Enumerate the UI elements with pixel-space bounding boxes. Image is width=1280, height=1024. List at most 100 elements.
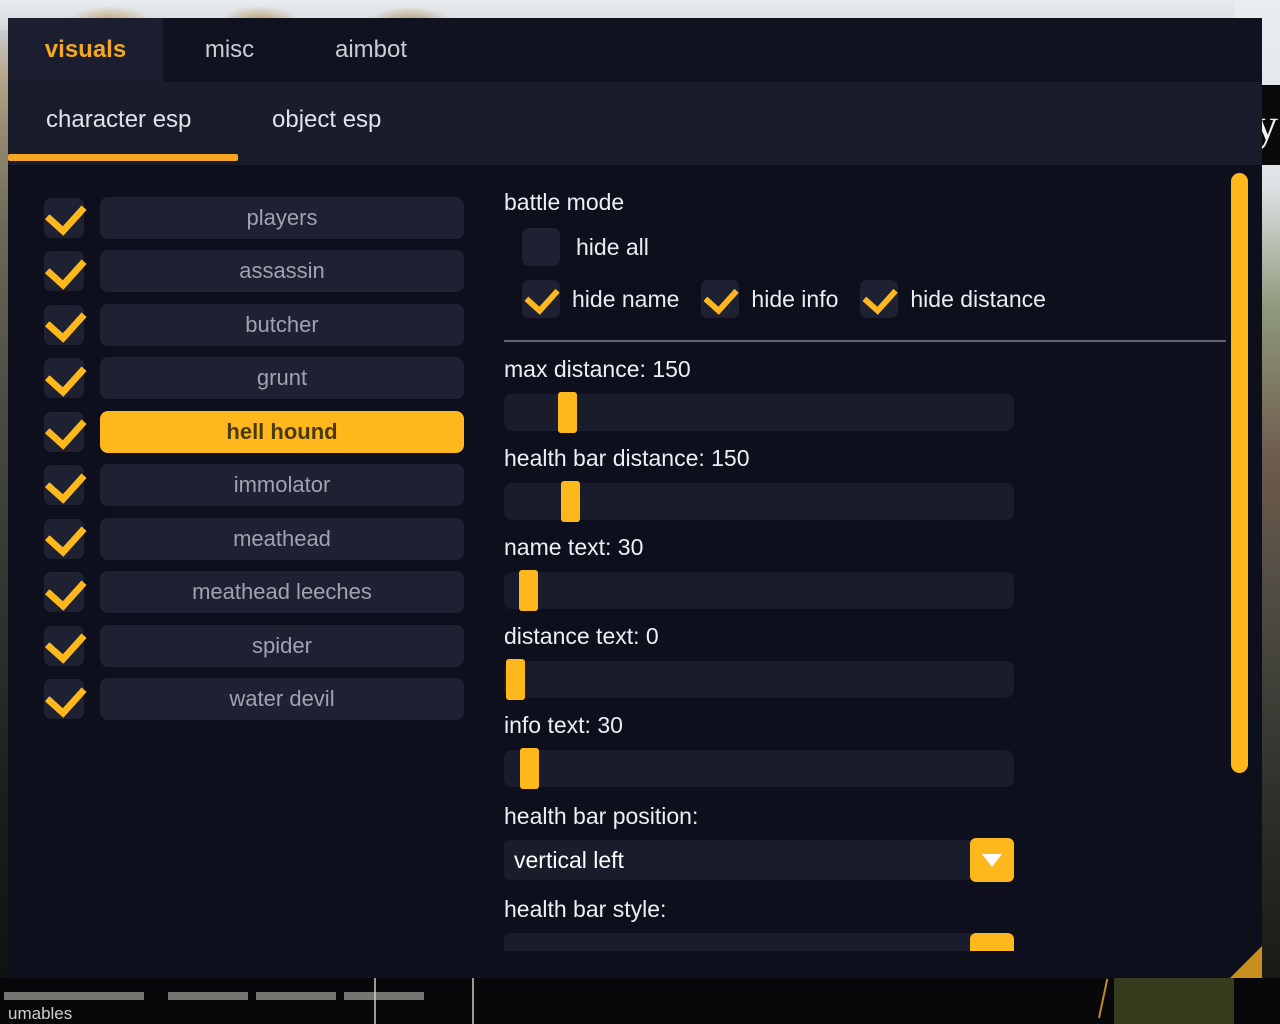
entity-row: players — [44, 191, 464, 245]
section-divider — [504, 340, 1226, 342]
sub-tab-bar: character esp object esp — [8, 82, 1262, 165]
tab-visuals[interactable]: visuals — [8, 18, 163, 82]
dropdowns-area: health bar position: vertical left health … — [504, 803, 1234, 951]
entity-row: meathead leeches — [44, 566, 464, 620]
hide-flag[interactable]: hide name — [522, 280, 679, 318]
subtab-object-esp-label: object esp — [272, 105, 382, 133]
hud-slot — [4, 992, 144, 1000]
slider-track[interactable] — [504, 481, 1014, 522]
entity-checkbox[interactable] — [44, 197, 84, 238]
slider-label: distance text: 0 — [504, 623, 659, 649]
hide-flag-label: hide name — [572, 285, 680, 312]
dropdown-value: vertical left — [514, 846, 624, 873]
dropdown-label: health bar style: — [504, 896, 667, 922]
hide-flags-row: hide name hide info hide distance — [522, 280, 1234, 318]
hide-flag-checkbox[interactable] — [860, 280, 899, 318]
hide-all-checkbox[interactable] — [522, 228, 560, 266]
tab-misc-label: misc — [204, 36, 255, 63]
entity-checkbox[interactable] — [44, 358, 84, 399]
hide-flag-label: hide info — [751, 285, 839, 312]
entity-pill[interactable]: spider — [100, 624, 464, 667]
entity-label: grunt — [256, 365, 308, 391]
hud-slot — [344, 992, 424, 1000]
entity-label: players — [246, 204, 318, 230]
tab-misc[interactable]: misc — [163, 18, 296, 82]
entity-pill[interactable]: butcher — [100, 303, 464, 346]
entity-checkbox[interactable] — [44, 572, 84, 613]
tab-aimbot[interactable]: aimbot — [296, 18, 446, 82]
active-subtab-underline — [8, 154, 238, 161]
slider-handle[interactable] — [519, 570, 539, 611]
slider-block: health bar distance: 150 — [504, 445, 1234, 522]
subtab-character-esp[interactable]: character esp — [46, 82, 191, 157]
scrollbar-thumb[interactable] — [1231, 173, 1248, 773]
slider-handle[interactable] — [558, 392, 578, 433]
cheat-menu-window: visuals misc aimbot character esp object… — [8, 18, 1262, 978]
dropdown[interactable]: vertical left — [504, 838, 1014, 882]
entity-checkbox[interactable] — [44, 251, 84, 292]
entity-label: meathead leeches — [192, 579, 372, 605]
entity-pill[interactable]: players — [100, 196, 464, 239]
entity-label: butcher — [245, 311, 319, 337]
hide-flag-checkbox[interactable] — [522, 280, 560, 318]
hide-flag[interactable]: hide distance — [860, 280, 1046, 318]
entity-pill[interactable]: assassin — [100, 250, 464, 293]
hide-all-row[interactable]: hide all — [522, 228, 1234, 266]
hud-slot — [168, 992, 248, 1000]
window-resize-grip[interactable] — [1230, 946, 1262, 978]
hud-divider — [374, 978, 376, 1024]
tab-visuals-label: visuals — [44, 36, 127, 63]
entity-row: meathead — [44, 512, 464, 566]
main-tab-bar: visuals misc aimbot — [8, 18, 1262, 82]
slider-track[interactable] — [504, 659, 1014, 700]
hud-divider — [472, 978, 474, 1024]
slider-label: name text: 30 — [504, 534, 644, 560]
entity-label: spider — [252, 632, 312, 658]
slider-handle[interactable] — [520, 748, 540, 789]
menu-content: players assassin butcher grunt hell hound imm… — [8, 165, 1262, 978]
entity-row: immolator — [44, 459, 464, 513]
slider-track[interactable] — [504, 748, 1014, 789]
slider-label: info text: 30 — [504, 712, 623, 738]
entity-row: grunt — [44, 352, 464, 406]
entity-checkbox[interactable] — [44, 518, 84, 559]
hud-green-panel — [1114, 978, 1234, 1024]
entity-row: hell hound — [44, 405, 464, 459]
slider-track[interactable] — [504, 392, 1014, 433]
slider-track[interactable] — [504, 570, 1014, 611]
entity-checkbox[interactable] — [44, 679, 84, 720]
chevron-down-icon[interactable] — [970, 838, 1014, 882]
slider-label: max distance: 150 — [504, 356, 691, 382]
entity-pill[interactable]: meathead leeches — [100, 571, 464, 614]
dropdown-label: health bar position: — [504, 803, 699, 829]
game-hud-bar: umables — [0, 978, 1280, 1024]
tab-aimbot-label: aimbot — [334, 36, 408, 63]
entity-label: water devil — [229, 686, 335, 712]
entity-pill[interactable]: grunt — [100, 357, 464, 400]
hud-label: umables — [8, 1004, 73, 1023]
slider-label: health bar distance: 150 — [504, 445, 750, 471]
hud-slot — [256, 992, 336, 1000]
battle-mode-title: battle mode — [504, 189, 625, 215]
entity-pill[interactable]: hell hound — [100, 410, 464, 453]
chevron-down-icon[interactable] — [970, 933, 1014, 951]
slider-block: distance text: 0 — [504, 623, 1234, 700]
sliders-area: max distance: 150 health bar distance: 15… — [504, 356, 1234, 789]
entity-pill[interactable]: water devil — [100, 678, 464, 721]
entity-row: spider — [44, 619, 464, 673]
slider-handle[interactable] — [561, 481, 581, 522]
slider-block: max distance: 150 — [504, 356, 1234, 433]
entity-label: meathead — [233, 525, 331, 551]
entity-checkbox[interactable] — [44, 625, 84, 666]
dropdown[interactable] — [504, 933, 1014, 951]
entity-pill[interactable]: meathead — [100, 517, 464, 560]
subtab-object-esp[interactable]: object esp — [272, 82, 381, 157]
hide-flag[interactable]: hide info — [701, 280, 838, 318]
scrollbar-track[interactable] — [1231, 165, 1256, 978]
entity-checkbox[interactable] — [44, 465, 84, 506]
hide-flag-checkbox[interactable] — [701, 280, 740, 318]
slider-handle[interactable] — [506, 659, 526, 700]
entity-checkbox[interactable] — [44, 411, 84, 452]
entity-checkbox[interactable] — [44, 304, 84, 345]
entity-pill[interactable]: immolator — [100, 464, 464, 507]
